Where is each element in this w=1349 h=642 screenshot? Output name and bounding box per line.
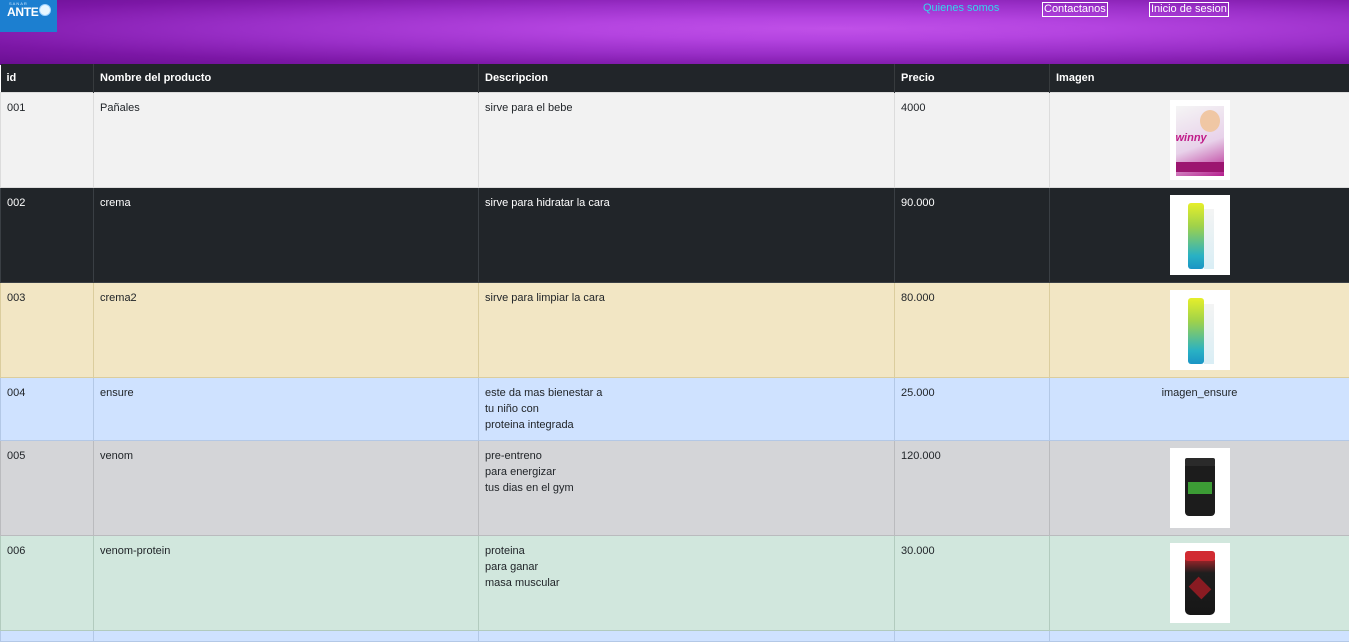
desc-line: sirve para hidratar la cara: [485, 195, 888, 211]
col-header-id: id: [1, 64, 94, 93]
cell-image: [1050, 188, 1349, 283]
cell-image: [1050, 283, 1349, 378]
brand-logo[interactable]: SANAR ANTE: [0, 0, 57, 32]
cell-name: Pañales: [94, 93, 479, 188]
desc-line: sirve para limpiar la cara: [485, 290, 888, 306]
nav-inicio-sesion[interactable]: Inicio de sesion: [1149, 2, 1229, 17]
cell-id: 002: [1, 188, 94, 283]
table-row: 006 venom-protein proteina para ganar ma…: [1, 536, 1349, 631]
logo-text: ANTE: [7, 5, 38, 19]
desc-line: este da mas bienestar a: [485, 385, 888, 401]
products-table: id Nombre del producto Descripcion Preci…: [0, 64, 1349, 642]
cell-image: [1050, 536, 1349, 631]
nav-quienes-somos[interactable]: Quienes somos: [923, 2, 999, 15]
desc-line: para ganar: [485, 559, 888, 575]
col-header-name: Nombre del producto: [94, 64, 479, 93]
table-row: 004 ensure este da mas bienestar a tu ni…: [1, 378, 1349, 441]
col-header-desc: Descripcion: [479, 64, 895, 93]
cell-price: 25.000: [895, 378, 1050, 441]
cell-desc: sirve para hidratar la cara: [479, 188, 895, 283]
cell-desc: sirve para limpiar la cara: [479, 283, 895, 378]
cell-image: imagen_ensure: [1050, 378, 1349, 441]
cell-name: venom: [94, 441, 479, 536]
cell-desc: pre-entreno para energizar tus dias en e…: [479, 441, 895, 536]
col-header-image: Imagen: [1050, 64, 1349, 93]
col-header-price: Precio: [895, 64, 1050, 93]
desc-line: proteina integrada: [485, 417, 888, 433]
cell-price: 80.000: [895, 283, 1050, 378]
table-header-row: id Nombre del producto Descripcion Preci…: [1, 64, 1349, 93]
logo-bubble-icon: [39, 4, 51, 16]
cell-id: 004: [1, 378, 94, 441]
cell-desc: proteina para ganar masa muscular: [479, 536, 895, 631]
cell-name: crema: [94, 188, 479, 283]
table-row: 005 venom pre-entreno para energizar tus…: [1, 441, 1349, 536]
cell-name: venom-protein: [94, 536, 479, 631]
cell-name: ensure: [94, 378, 479, 441]
cell-price: 90.000: [895, 188, 1050, 283]
site-header: SANAR ANTE Quienes somos Contactanos Ini…: [0, 0, 1349, 65]
table-row: 003 crema2 sirve para limpiar la cara 80…: [1, 283, 1349, 378]
table-row-partial: [1, 631, 1349, 642]
cell-desc: este da mas bienestar a tu niño con prot…: [479, 378, 895, 441]
cell-id: 006: [1, 536, 94, 631]
cell-price: 120.000: [895, 441, 1050, 536]
desc-line: tu niño con: [485, 401, 888, 417]
nav-contactanos[interactable]: Contactanos: [1042, 2, 1108, 17]
cell-id: 003: [1, 283, 94, 378]
supplement-jar-image: [1170, 448, 1230, 528]
desc-line: para energizar: [485, 464, 888, 480]
cell-price: 30.000: [895, 536, 1050, 631]
protein-jar-image: [1170, 543, 1230, 623]
cell-desc: sirve para el bebe: [479, 93, 895, 188]
desc-line: proteina: [485, 543, 888, 559]
desc-line: sirve para el bebe: [485, 100, 888, 116]
cell-image: [1050, 441, 1349, 536]
cream-tube-image: [1170, 195, 1230, 275]
cell-id: 005: [1, 441, 94, 536]
desc-line: pre-entreno: [485, 448, 888, 464]
broken-image-alt-text: imagen_ensure: [1162, 387, 1238, 399]
cell-id: 001: [1, 93, 94, 188]
cell-name: crema2: [94, 283, 479, 378]
cell-image: winny: [1050, 93, 1349, 188]
desc-line: tus dias en el gym: [485, 480, 888, 496]
cell-price: 4000: [895, 93, 1050, 188]
diaper-package-image: winny: [1170, 100, 1230, 180]
cream-tube-image: [1170, 290, 1230, 370]
table-row: 001 Pañales sirve para el bebe 4000 winn…: [1, 93, 1349, 188]
desc-line: masa muscular: [485, 575, 888, 591]
table-row: 002 crema sirve para hidratar la cara 90…: [1, 188, 1349, 283]
